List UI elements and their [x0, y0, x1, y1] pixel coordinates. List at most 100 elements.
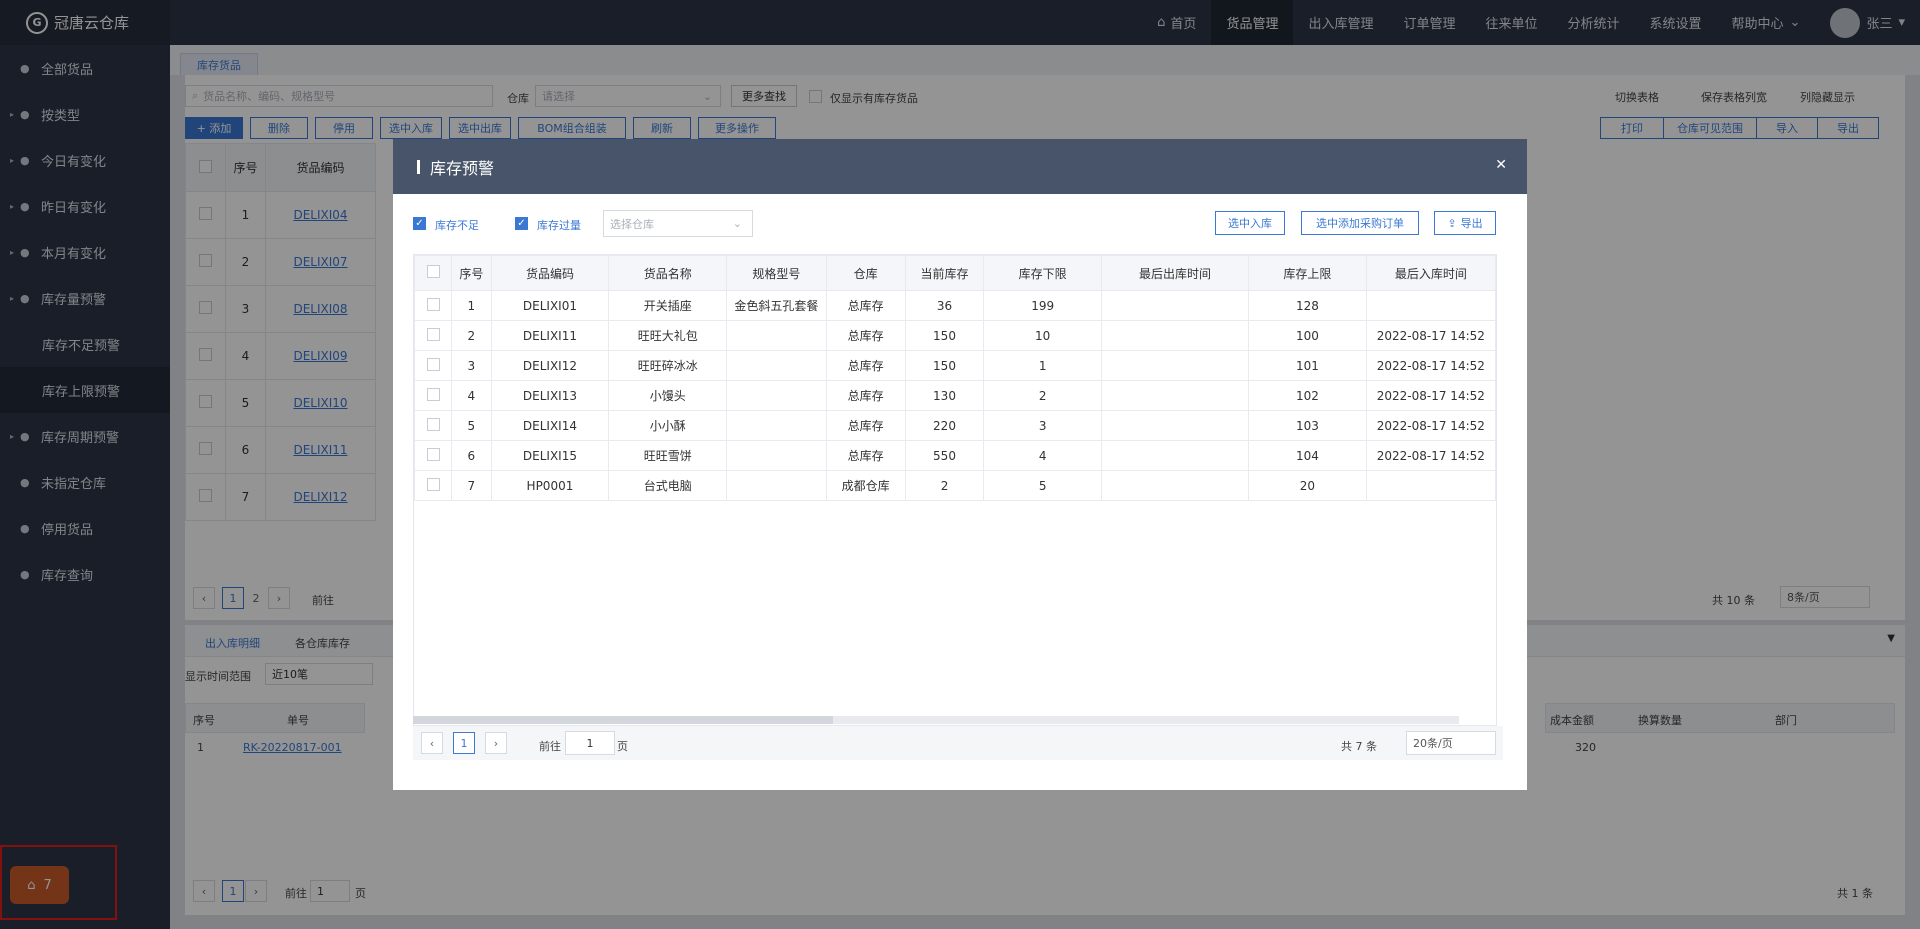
col-header-5[interactable]: 当前库存	[904, 255, 985, 291]
cell-wh: 成都仓库	[825, 470, 906, 501]
cell-out	[1100, 290, 1250, 321]
cell-name: 小小酥	[608, 410, 728, 441]
cell-min: 5	[983, 470, 1102, 501]
cell-spec	[726, 440, 827, 471]
cell-out	[1100, 380, 1250, 411]
cell-min: 1	[983, 350, 1102, 381]
modal-page-1[interactable]: 1	[453, 732, 475, 754]
low-stock-checkbox[interactable]: ✓	[413, 217, 426, 230]
cell-wh: 总库存	[825, 350, 906, 381]
dialog-header: 库存预警 ✕	[393, 139, 1527, 194]
cell-name: 旺旺碎冰冰	[608, 350, 728, 381]
cell-wh: 总库存	[825, 320, 906, 351]
low-stock-label: 库存不足	[435, 219, 479, 232]
table-row[interactable]: 6 DELIXI15 旺旺雪饼 总库存 550 4 104 2022-08-17 14:52	[414, 440, 1496, 471]
row-checkbox[interactable]	[414, 350, 453, 381]
cell-max: 100	[1248, 320, 1367, 351]
cell-stock: 550	[904, 440, 985, 471]
cell-wh: 总库存	[825, 290, 906, 321]
over-stock-label: 库存过量	[537, 219, 581, 232]
cell-stock: 130	[904, 380, 985, 411]
table-row[interactable]: 3 DELIXI12 旺旺碎冰冰 总库存 150 1 101 2022-08-17 14:52	[414, 350, 1496, 381]
cell-name: 小馒头	[608, 380, 728, 411]
modal-prev-button[interactable]: ‹	[421, 732, 443, 754]
row-checkbox[interactable]	[414, 470, 453, 501]
cell-no: 7	[451, 470, 492, 501]
table-row[interactable]: 5 DELIXI14 小小酥 总库存 220 3 103 2022-08-17 14:52	[414, 410, 1496, 441]
col-header-7: 最后出库时间	[1100, 255, 1250, 291]
modal-export-button[interactable]: ⇪ 导出	[1434, 211, 1496, 235]
cell-name: 台式电脑	[608, 470, 728, 501]
cell-wh: 总库存	[825, 410, 906, 441]
warning-table-wrap: 序号 货品编码 货品名称 规格型号 仓库 当前库存 库存下限 最后出库时间 库存上限 最后入库时间…	[413, 254, 1497, 726]
row-checkbox[interactable]	[414, 440, 453, 471]
modal-select-in-button[interactable]: 选中入库	[1215, 211, 1285, 235]
modal-goto-input[interactable]: 1	[565, 731, 615, 755]
cell-no: 5	[451, 410, 492, 441]
col-header-1: 货品编码	[490, 255, 610, 291]
cell-in: 2022-08-17 14:52	[1365, 380, 1496, 411]
cell-stock: 220	[904, 410, 985, 441]
cell-min: 3	[983, 410, 1102, 441]
select-all-checkbox[interactable]	[414, 255, 453, 291]
cell-max: 103	[1248, 410, 1367, 441]
cell-name: 开关插座	[608, 290, 728, 321]
col-header-0: 序号	[451, 255, 492, 291]
table-row[interactable]: 1 DELIXI01 开关插座 金色斜五孔套餐 总库存 36 199 128	[414, 290, 1496, 321]
cell-no: 1	[451, 290, 492, 321]
cell-stock: 150	[904, 320, 985, 351]
dialog-title: 库存预警	[430, 158, 495, 178]
cell-no: 6	[451, 440, 492, 471]
col-header-6: 库存下限	[983, 255, 1102, 291]
cell-in: 2022-08-17 14:52	[1365, 320, 1496, 351]
cell-out	[1100, 470, 1250, 501]
table-row[interactable]: 2 DELIXI11 旺旺大礼包 总库存 150 10 100 2022-08-17 14:5…	[414, 320, 1496, 351]
cell-spec: 金色斜五孔套餐	[726, 290, 827, 321]
row-checkbox[interactable]	[414, 290, 453, 321]
col-header-4: 仓库	[825, 255, 906, 291]
cell-name: 旺旺雪饼	[608, 440, 728, 471]
horizontal-scrollbar[interactable]	[413, 716, 1459, 724]
row-checkbox[interactable]	[414, 380, 453, 411]
col-header-9: 最后入库时间	[1365, 255, 1496, 291]
cell-wh: 总库存	[825, 380, 906, 411]
cell-code: DELIXI15	[490, 440, 610, 471]
cell-max: 102	[1248, 380, 1367, 411]
over-stock-checkbox[interactable]: ✓	[515, 217, 528, 230]
close-icon[interactable]: ✕	[1495, 157, 1507, 173]
chevron-down-icon: ⌄	[732, 217, 742, 230]
modal-next-button[interactable]: ›	[485, 732, 507, 754]
cell-min: 4	[983, 440, 1102, 471]
modal-total: 共 7 条	[1341, 740, 1377, 753]
cell-min: 2	[983, 380, 1102, 411]
add-purchase-order-button[interactable]: 选中添加采购订单	[1301, 211, 1419, 235]
row-checkbox[interactable]	[414, 320, 453, 351]
table-row[interactable]: 4 DELIXI13 小馒头 总库存 130 2 102 2022-08-17 14:52	[414, 380, 1496, 411]
stock-warning-dialog: 库存预警 ✕ ✓ 库存不足 ✓ 库存过量 选择仓库 ⌄ 选中入库 选中添加采购订单…	[393, 139, 1527, 790]
cell-no: 2	[451, 320, 492, 351]
table-row[interactable]: 7 HP0001 台式电脑 成都仓库 2 5 20	[414, 470, 1496, 501]
cell-max: 104	[1248, 440, 1367, 471]
cell-out	[1100, 440, 1250, 471]
modal-page-size-select[interactable]: 20条/页	[1406, 731, 1496, 755]
cell-code: DELIXI14	[490, 410, 610, 441]
modal-warehouse-select[interactable]: 选择仓库 ⌄	[603, 210, 753, 237]
cell-no: 4	[451, 380, 492, 411]
cell-stock: 2	[904, 470, 985, 501]
cell-out	[1100, 320, 1250, 351]
modal-goto: 前往	[539, 740, 561, 753]
cell-spec	[726, 410, 827, 441]
cell-max: 128	[1248, 290, 1367, 321]
cell-code: DELIXI01	[490, 290, 610, 321]
cell-wh: 总库存	[825, 440, 906, 471]
warning-table: 序号 货品编码 货品名称 规格型号 仓库 当前库存 库存下限 最后出库时间 库存上限 最后入库时间…	[414, 255, 1496, 501]
cell-no: 3	[451, 350, 492, 381]
col-header-8: 库存上限	[1248, 255, 1367, 291]
cell-code: DELIXI13	[490, 380, 610, 411]
row-checkbox[interactable]	[414, 410, 453, 441]
cell-out	[1100, 410, 1250, 441]
col-header-2: 货品名称	[608, 255, 728, 291]
cell-in: 2022-08-17 14:52	[1365, 350, 1496, 381]
modal-page-unit: 页	[617, 740, 628, 753]
cell-code: DELIXI12	[490, 350, 610, 381]
